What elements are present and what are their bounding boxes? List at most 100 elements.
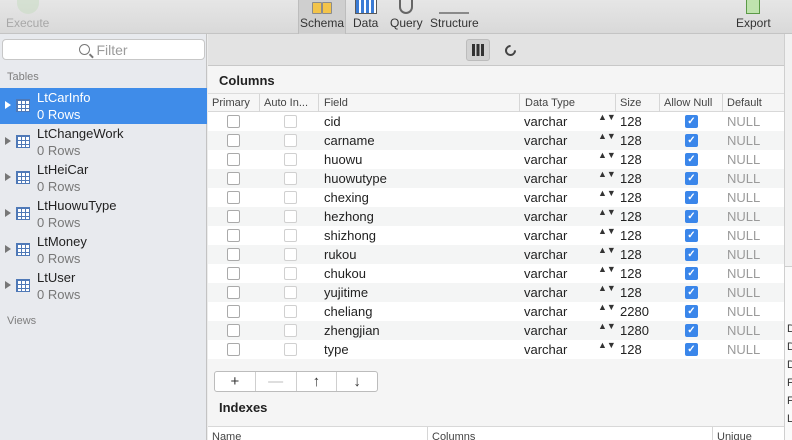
- structure-tab[interactable]: Structure: [430, 0, 479, 34]
- select-arrows-icon[interactable]: ▲▼: [598, 113, 616, 122]
- table-row[interactable]: huowutype varchar ▲▼ 128 ✓ NULL: [208, 169, 784, 188]
- auto-increment-checkbox[interactable]: [284, 324, 297, 337]
- size-field[interactable]: 128: [620, 247, 642, 262]
- field-name[interactable]: type: [324, 342, 349, 357]
- data-type-select[interactable]: varchar: [524, 133, 567, 148]
- select-arrows-icon[interactable]: ▲▼: [598, 170, 616, 179]
- allow-null-checkbox[interactable]: ✓: [685, 267, 698, 280]
- auto-increment-checkbox[interactable]: [284, 305, 297, 318]
- select-arrows-icon[interactable]: ▲▼: [598, 322, 616, 331]
- auto-increment-checkbox[interactable]: [284, 343, 297, 356]
- size-field[interactable]: 128: [620, 152, 642, 167]
- data-type-select[interactable]: varchar: [524, 209, 567, 224]
- data-type-select[interactable]: varchar: [524, 247, 567, 262]
- field-name[interactable]: huowutype: [324, 171, 387, 186]
- disclosure-triangle-icon[interactable]: [5, 245, 11, 253]
- primary-checkbox[interactable]: [227, 286, 240, 299]
- default-field[interactable]: NULL: [727, 209, 760, 224]
- select-arrows-icon[interactable]: ▲▼: [598, 265, 616, 274]
- auto-increment-checkbox[interactable]: [284, 191, 297, 204]
- select-arrows-icon[interactable]: ▲▼: [598, 208, 616, 217]
- table-row[interactable]: shizhong varchar ▲▼ 128 ✓ NULL: [208, 226, 784, 245]
- table-item-lthuowutype[interactable]: LtHuowuType 0 Rows: [0, 196, 207, 232]
- table-row[interactable]: type varchar ▲▼ 128 ✓ NULL: [208, 340, 784, 359]
- header-data-type[interactable]: Data Type: [525, 97, 575, 109]
- export-button[interactable]: Export: [736, 0, 771, 34]
- disclosure-triangle-icon[interactable]: [5, 137, 11, 145]
- table-row[interactable]: hezhong varchar ▲▼ 128 ✓ NULL: [208, 207, 784, 226]
- header-primary[interactable]: Primary: [212, 97, 250, 109]
- size-field[interactable]: 128: [620, 266, 642, 281]
- field-name[interactable]: zhengjian: [324, 323, 380, 338]
- field-name[interactable]: chukou: [324, 266, 366, 281]
- table-row[interactable]: yujitime varchar ▲▼ 128 ✓ NULL: [208, 283, 784, 302]
- table-row[interactable]: chukou varchar ▲▼ 128 ✓ NULL: [208, 264, 784, 283]
- size-field[interactable]: 128: [620, 342, 642, 357]
- auto-increment-checkbox[interactable]: [284, 153, 297, 166]
- table-item-ltcarinfo[interactable]: LtCarInfo 0 Rows: [0, 88, 207, 124]
- default-field[interactable]: NULL: [727, 114, 760, 129]
- filter-input[interactable]: Filter: [2, 39, 205, 60]
- disclosure-triangle-icon[interactable]: [5, 281, 11, 289]
- table-row[interactable]: cheliang varchar ▲▼ 2280 ✓ NULL: [208, 302, 784, 321]
- field-name[interactable]: cheliang: [324, 304, 372, 319]
- auto-increment-checkbox[interactable]: [284, 172, 297, 185]
- default-field[interactable]: NULL: [727, 228, 760, 243]
- auto-increment-checkbox[interactable]: [284, 210, 297, 223]
- add-column-button[interactable]: +: [215, 372, 256, 391]
- data-type-select[interactable]: varchar: [524, 342, 567, 357]
- field-name[interactable]: shizhong: [324, 228, 376, 243]
- data-type-select[interactable]: varchar: [524, 152, 567, 167]
- default-field[interactable]: NULL: [727, 304, 760, 319]
- header-field[interactable]: Field: [324, 97, 348, 109]
- data-type-select[interactable]: varchar: [524, 285, 567, 300]
- table-row[interactable]: zhengjian varchar ▲▼ 1280 ✓ NULL: [208, 321, 784, 340]
- header-auto-increment[interactable]: Auto In...: [264, 97, 308, 109]
- field-name[interactable]: rukou: [324, 247, 357, 262]
- auto-increment-checkbox[interactable]: [284, 115, 297, 128]
- disclosure-triangle-icon[interactable]: [5, 173, 11, 181]
- default-field[interactable]: NULL: [727, 342, 760, 357]
- move-up-button[interactable]: ↑: [297, 372, 338, 391]
- primary-checkbox[interactable]: [227, 324, 240, 337]
- primary-checkbox[interactable]: [227, 153, 240, 166]
- table-item-ltchangework[interactable]: LtChangeWork 0 Rows: [0, 124, 207, 160]
- default-field[interactable]: NULL: [727, 285, 760, 300]
- allow-null-checkbox[interactable]: ✓: [685, 286, 698, 299]
- table-item-ltuser[interactable]: LtUser 0 Rows: [0, 268, 207, 304]
- select-arrows-icon[interactable]: ▲▼: [598, 151, 616, 160]
- size-field[interactable]: 128: [620, 114, 642, 129]
- table-row[interactable]: carname varchar ▲▼ 128 ✓ NULL: [208, 131, 784, 150]
- table-item-ltheicar[interactable]: LtHeiCar 0 Rows: [0, 160, 207, 196]
- move-down-button[interactable]: ↓: [337, 372, 377, 391]
- primary-checkbox[interactable]: [227, 191, 240, 204]
- header-index-columns[interactable]: Columns: [432, 431, 475, 440]
- field-name[interactable]: hezhong: [324, 209, 374, 224]
- table-row[interactable]: cid varchar ▲▼ 128 ✓ NULL: [208, 112, 784, 131]
- size-field[interactable]: 2280: [620, 304, 649, 319]
- data-type-select[interactable]: varchar: [524, 266, 567, 281]
- header-default[interactable]: Default: [727, 97, 762, 109]
- select-arrows-icon[interactable]: ▲▼: [598, 189, 616, 198]
- auto-increment-checkbox[interactable]: [284, 134, 297, 147]
- field-name[interactable]: cid: [324, 114, 341, 129]
- primary-checkbox[interactable]: [227, 343, 240, 356]
- auto-increment-checkbox[interactable]: [284, 286, 297, 299]
- default-field[interactable]: NULL: [727, 171, 760, 186]
- field-name[interactable]: chexing: [324, 190, 369, 205]
- size-field[interactable]: 1280: [620, 323, 649, 338]
- allow-null-checkbox[interactable]: ✓: [685, 172, 698, 185]
- data-type-select[interactable]: varchar: [524, 304, 567, 319]
- data-type-select[interactable]: varchar: [524, 171, 567, 186]
- primary-checkbox[interactable]: [227, 248, 240, 261]
- table-row[interactable]: rukou varchar ▲▼ 128 ✓ NULL: [208, 245, 784, 264]
- disclosure-triangle-icon[interactable]: [5, 101, 11, 109]
- primary-checkbox[interactable]: [227, 115, 240, 128]
- disclosure-triangle-icon[interactable]: [5, 209, 11, 217]
- size-field[interactable]: 128: [620, 171, 642, 186]
- default-field[interactable]: NULL: [727, 323, 760, 338]
- primary-checkbox[interactable]: [227, 229, 240, 242]
- settings-view-button[interactable]: [498, 39, 522, 61]
- default-field[interactable]: NULL: [727, 266, 760, 281]
- allow-null-checkbox[interactable]: ✓: [685, 229, 698, 242]
